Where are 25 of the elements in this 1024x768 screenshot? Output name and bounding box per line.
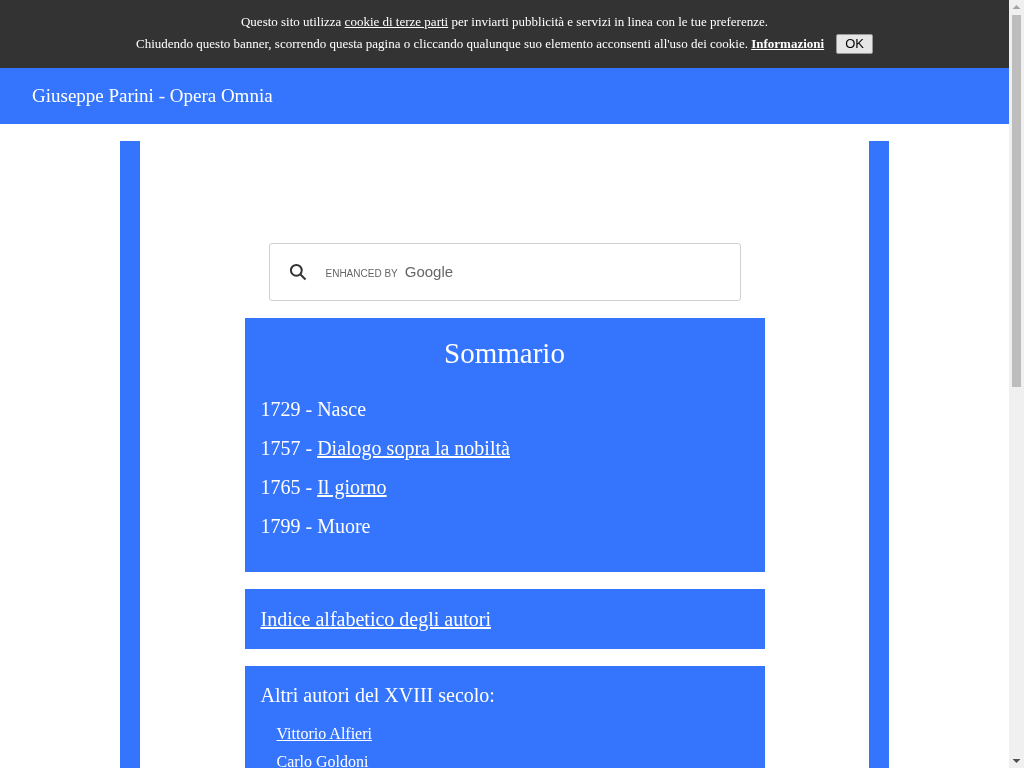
placeholder-text: ENHANCED BY: [325, 266, 398, 281]
third-party-cookies-link[interactable]: cookie di terze parti: [344, 14, 449, 30]
info-link[interactable]: Informazioni: [751, 36, 825, 51]
authors-title: Altri autori del XVIII secolo:: [260, 683, 496, 708]
consent-text: Chiudendo questo banner, scorrendo questa pagina o cliccando qualunque suo elemento acconsenti all'uso dei cookie. Informazioni: [136, 35, 825, 53]
author-index-link[interactable]: Indice alfabetico degli autori: [260, 604, 491, 634]
scrollbar-thumb[interactable]: [1012, 15, 1021, 387]
cookie-notice-text: Questo sito utilizza cookie di terze parti per inviarti pubblicità e servizi in linea con le tue preferenze.: [241, 13, 768, 32]
site-title[interactable]: Giuseppe Parini - Opera Omnia: [32, 81, 273, 111]
author-link[interactable]: Vittorio Alfieri: [276, 724, 372, 744]
ok-button[interactable]: OK: [836, 33, 873, 54]
brand-text: Google: [404, 261, 454, 282]
summary-title: Sommario: [443, 336, 566, 371]
author-link[interactable]: Carlo Goldoni: [276, 752, 369, 768]
search-icon: [287, 262, 308, 282]
event-text: Nasce: [317, 396, 367, 422]
year-text: 1765 -: [260, 474, 313, 500]
work-link[interactable]: Dialogo sopra la nobiltà: [317, 432, 510, 463]
year-text: 1729 -: [260, 396, 313, 422]
work-link[interactable]: Il giorno: [317, 471, 387, 502]
scrollbar[interactable]: [1009, 0, 1024, 768]
year-text: 1757 -: [260, 435, 313, 461]
event-text: Muore: [317, 513, 371, 539]
search-field[interactable]: ENHANCED BY Google: [268, 243, 741, 301]
year-text: 1799 -: [260, 513, 313, 539]
